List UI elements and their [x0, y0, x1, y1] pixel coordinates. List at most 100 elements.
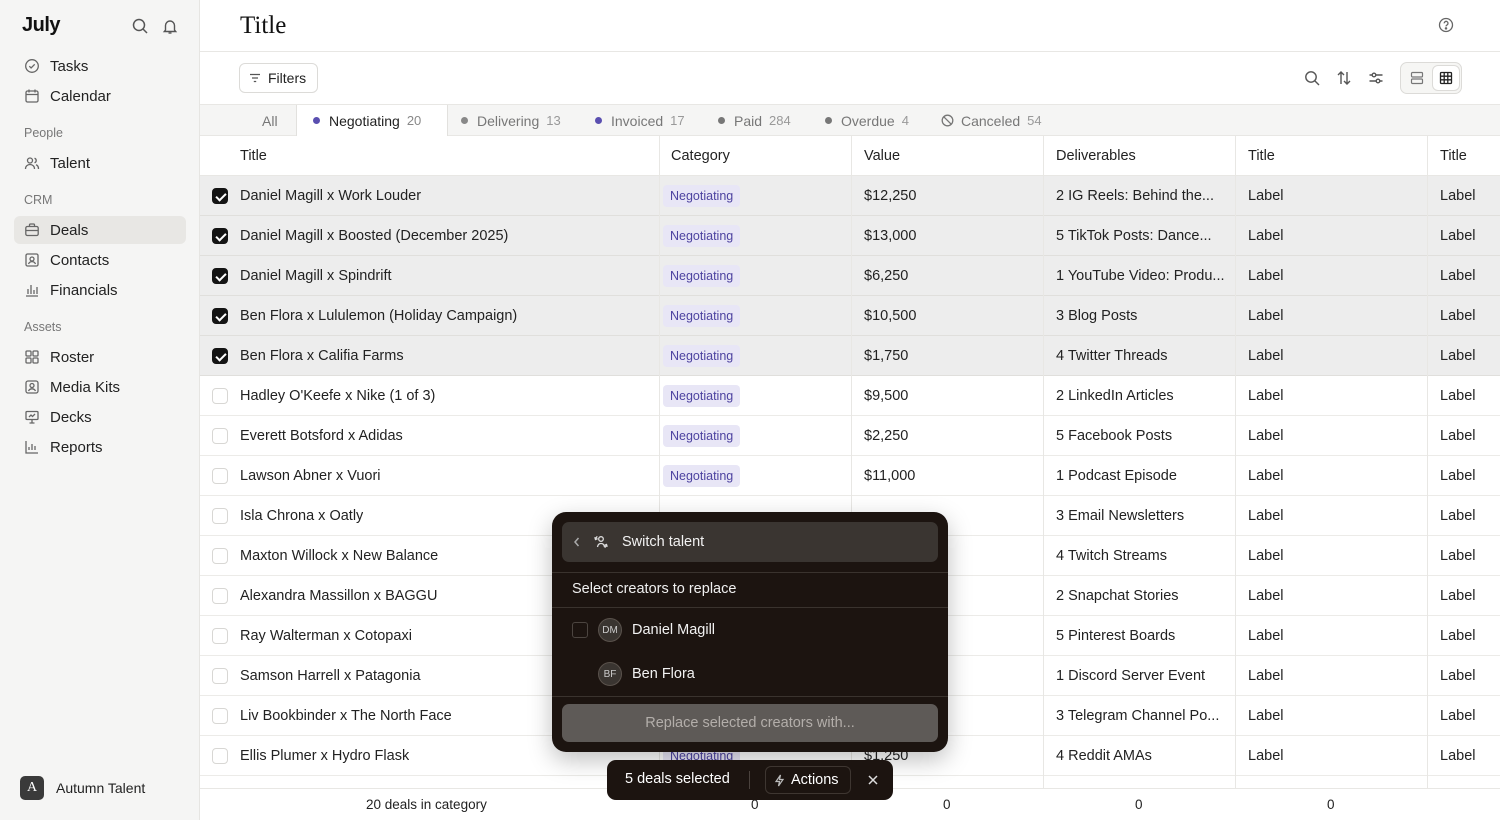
label-cell[interactable]: Label	[1440, 456, 1475, 495]
search-icon[interactable]	[131, 17, 149, 35]
row-checkbox[interactable]	[212, 748, 228, 764]
deliverables-cell[interactable]: 1 Discord Server Event	[1056, 656, 1228, 695]
row-checkbox[interactable]	[212, 548, 228, 564]
row-checkbox[interactable]	[212, 628, 228, 644]
deal-title[interactable]: Hadley O'Keefe x Nike (1 of 3)	[240, 376, 435, 415]
creator-checkbox[interactable]	[572, 622, 588, 638]
deal-title[interactable]: Ellis Plumer x Hydro Flask	[240, 736, 409, 775]
board-view-icon[interactable]	[1404, 66, 1430, 90]
value-cell[interactable]: $10,500	[864, 296, 916, 335]
row-checkbox[interactable]	[212, 508, 228, 524]
tab-negotiating[interactable]: Negotiating 20	[296, 105, 448, 136]
column-header-value[interactable]: Value	[864, 148, 900, 164]
row-checkbox[interactable]	[212, 428, 228, 444]
label-cell[interactable]: Label	[1248, 536, 1283, 575]
tab-invoiced[interactable]: Invoiced 17	[595, 105, 685, 136]
value-cell[interactable]: $2,250	[864, 416, 908, 455]
sidebar-item-reports[interactable]: Reports	[14, 433, 186, 461]
tab-canceled[interactable]: Canceled 54	[941, 105, 1042, 136]
close-icon[interactable]	[865, 772, 881, 788]
label-cell[interactable]: Label	[1440, 376, 1475, 415]
deal-title[interactable]: Maxton Willock x New Balance	[240, 536, 438, 575]
row-checkbox[interactable]	[212, 348, 228, 364]
sidebar-item-roster[interactable]: Roster	[14, 343, 186, 371]
label-cell[interactable]: Label	[1248, 376, 1283, 415]
column-header-title-3[interactable]: Title	[1440, 148, 1467, 164]
deliverables-cell[interactable]: 3 Blog Posts	[1056, 296, 1228, 335]
sidebar-item-decks[interactable]: Decks	[14, 403, 186, 431]
deliverables-cell[interactable]: 3 Telegram Channel Po...	[1056, 696, 1228, 735]
tab-delivering[interactable]: Delivering 13	[461, 105, 561, 136]
label-cell[interactable]: Label	[1440, 176, 1475, 215]
search-icon[interactable]	[1303, 69, 1321, 87]
category-cell[interactable]: Negotiating	[663, 296, 741, 335]
deliverables-cell[interactable]: 2 LinkedIn Articles	[1056, 376, 1228, 415]
column-header-title[interactable]: Title	[240, 148, 267, 164]
label-cell[interactable]: Label	[1248, 256, 1283, 295]
row-checkbox[interactable]	[212, 188, 228, 204]
table-row[interactable]: Hadley O'Keefe x Nike (1 of 3) Negotiatin…	[200, 376, 1500, 416]
label-cell[interactable]: Label	[1440, 336, 1475, 375]
table-row[interactable]: Daniel Magill x Work Louder Negotiating $1…	[200, 176, 1500, 216]
bell-icon[interactable]	[161, 17, 179, 35]
value-cell[interactable]: $9,500	[864, 376, 908, 415]
deliverables-cell[interactable]: 4 Reddit AMAs	[1056, 736, 1228, 775]
sidebar-item-financials[interactable]: Financials	[14, 276, 186, 304]
chevron-left-icon[interactable]	[572, 536, 582, 548]
deliverables-cell[interactable]: 5 Facebook Posts	[1056, 416, 1228, 455]
deal-title[interactable]: Isla Chrona x Oatly	[240, 496, 363, 535]
row-checkbox[interactable]	[212, 588, 228, 604]
row-checkbox[interactable]	[212, 708, 228, 724]
label-cell[interactable]: Label	[1248, 496, 1283, 535]
row-checkbox[interactable]	[212, 228, 228, 244]
actions-button[interactable]: Actions	[765, 766, 851, 794]
label-cell[interactable]: Label	[1248, 576, 1283, 615]
deal-title[interactable]: Ray Walterman x Cotopaxi	[240, 616, 412, 655]
deliverables-cell[interactable]: 2 Snapchat Stories	[1056, 576, 1228, 615]
category-cell[interactable]: Negotiating	[663, 256, 741, 295]
row-checkbox[interactable]	[212, 268, 228, 284]
label-cell[interactable]: Label	[1248, 696, 1283, 735]
account-switcher[interactable]: A Autumn Talent	[20, 776, 145, 800]
deal-title[interactable]: Daniel Magill x Spindrift	[240, 256, 392, 295]
sidebar-item-media-kits[interactable]: Media Kits	[14, 373, 186, 401]
label-cell[interactable]: Label	[1440, 296, 1475, 335]
label-cell[interactable]: Label	[1440, 576, 1475, 615]
tab-overdue[interactable]: Overdue 4	[825, 105, 909, 136]
creator-option-ben-flora[interactable]: BF Ben Flora	[598, 659, 695, 689]
sidebar-item-talent[interactable]: Talent	[14, 149, 186, 177]
column-header-category[interactable]: Category	[671, 148, 730, 164]
row-checkbox[interactable]	[212, 308, 228, 324]
label-cell[interactable]: Label	[1440, 696, 1475, 735]
deal-title[interactable]: Everett Botsford x Adidas	[240, 416, 403, 455]
label-cell[interactable]: Label	[1440, 416, 1475, 455]
table-row[interactable]: Ben Flora x Califia Farms Negotiating $1,7…	[200, 336, 1500, 376]
deliverables-cell[interactable]: 5 Pinterest Boards	[1056, 616, 1228, 655]
table-row[interactable]: Ben Flora x Lululemon (Holiday Campaign)…	[200, 296, 1500, 336]
tab-all[interactable]: All	[262, 105, 296, 136]
creator-option-daniel-magill[interactable]: DM Daniel Magill	[572, 615, 715, 645]
deliverables-cell[interactable]: 1 YouTube Video: Produ...	[1056, 256, 1228, 295]
category-cell[interactable]: Negotiating	[663, 376, 741, 415]
category-cell[interactable]: Negotiating	[663, 216, 741, 255]
row-checkbox[interactable]	[212, 668, 228, 684]
label-cell[interactable]: Label	[1248, 336, 1283, 375]
value-cell[interactable]: $13,000	[864, 216, 916, 255]
sidebar-item-calendar[interactable]: Calendar	[14, 82, 186, 110]
label-cell[interactable]: Label	[1248, 456, 1283, 495]
label-cell[interactable]: Label	[1248, 416, 1283, 455]
deliverables-cell[interactable]: 4 Twitch Streams	[1056, 536, 1228, 575]
deal-title[interactable]: Samson Harrell x Patagonia	[240, 656, 421, 695]
switch-talent-header[interactable]: Switch talent	[562, 522, 938, 562]
value-cell[interactable]: $1,750	[864, 336, 908, 375]
replace-creators-button[interactable]: Replace selected creators with...	[562, 704, 938, 742]
category-cell[interactable]: Negotiating	[663, 336, 741, 375]
category-cell[interactable]: Negotiating	[663, 416, 741, 455]
category-cell[interactable]: Negotiating	[663, 456, 741, 495]
sidebar-item-tasks[interactable]: Tasks	[14, 52, 186, 80]
deal-title[interactable]: Lawson Abner x Vuori	[240, 456, 381, 495]
label-cell[interactable]: Label	[1248, 216, 1283, 255]
filters-button[interactable]: Filters	[239, 63, 318, 93]
label-cell[interactable]: Label	[1440, 496, 1475, 535]
category-cell[interactable]: Negotiating	[663, 176, 741, 215]
